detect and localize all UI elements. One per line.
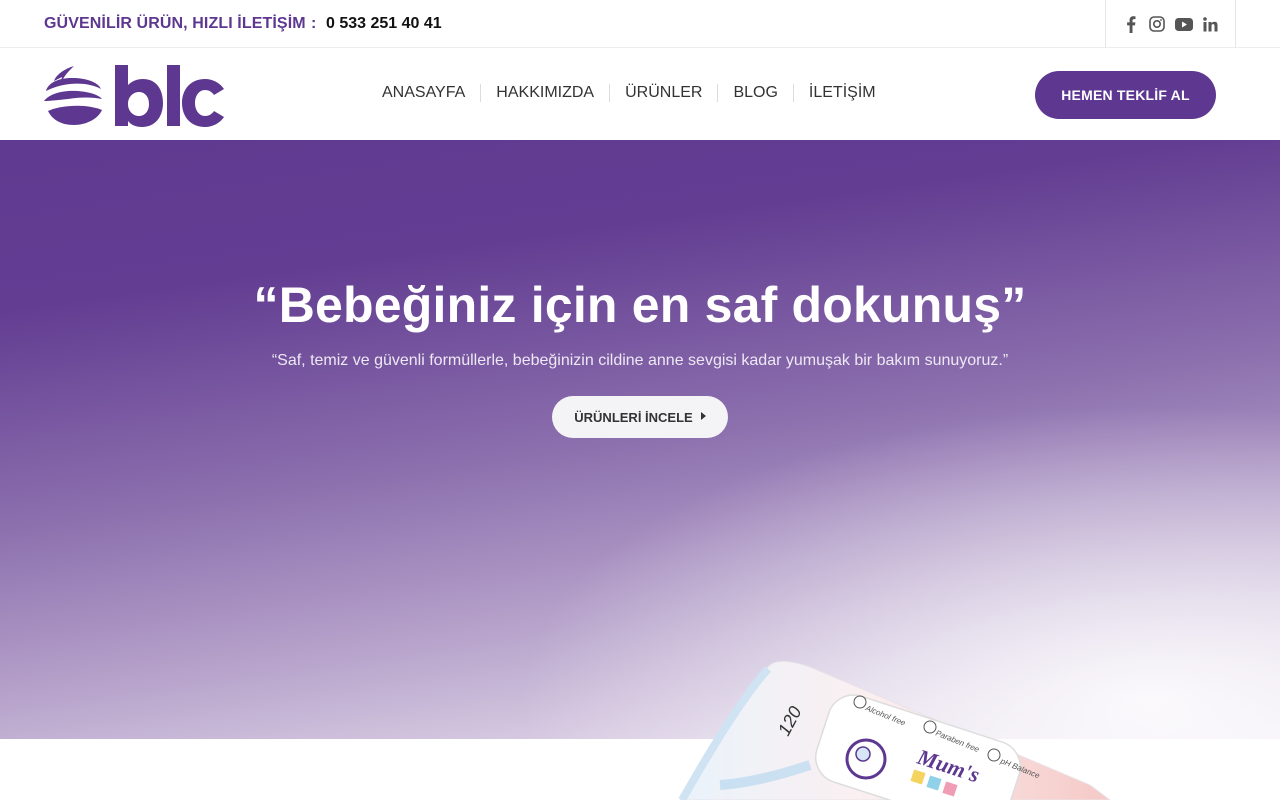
social-links [1105, 0, 1236, 48]
top-bar-separator: : [311, 15, 317, 32]
youtube-icon[interactable] [1174, 14, 1194, 34]
hero-subtitle: “Saf, temiz ve güvenli formüllerle, bebe… [271, 352, 1009, 369]
nav-item-blog[interactable]: BLOG [718, 82, 792, 104]
top-bar-tagline: GÜVENİLİR ÜRÜN, HIZLI İLETİŞİM [44, 15, 306, 32]
phone-number[interactable]: 0 533 251 40 41 [326, 15, 442, 33]
linkedin-icon[interactable] [1200, 14, 1220, 34]
view-products-button[interactable]: ÜRÜNLERİ İNCELE [552, 396, 728, 438]
nav-item-anasayfa[interactable]: ANASAYFA [367, 82, 480, 104]
get-quote-button[interactable]: HEMEN TEKLİF AL [1035, 71, 1216, 119]
instagram-icon[interactable] [1147, 14, 1167, 34]
nav-item-iletisim[interactable]: İLETİŞİM [794, 82, 891, 104]
nav-item-hakkimizda[interactable]: HAKKIMIZDA [481, 82, 609, 104]
brand-logo[interactable] [44, 63, 226, 129]
hero-section: “Bebeğiniz için en saf dokunuş” “Saf, te… [0, 140, 1280, 739]
product-image-wet-wipes: Mum's 120 Alcohol free Paraben free pH B… [660, 655, 1120, 800]
view-products-label: ÜRÜNLERİ İNCELE [574, 409, 693, 425]
main-header: ANASAYFA HAKKIMIZDA ÜRÜNLER BLOG İLETİŞİ… [0, 49, 1280, 140]
top-bar: GÜVENİLİR ÜRÜN, HIZLI İLETİŞİM : 0 533 2… [0, 0, 1280, 48]
facebook-icon[interactable] [1121, 14, 1141, 34]
hero-title: “Bebeğiniz için en saf dokunuş” [253, 277, 1027, 333]
main-nav: ANASAYFA HAKKIMIZDA ÜRÜNLER BLOG İLETİŞİ… [367, 82, 891, 104]
nav-item-urunler[interactable]: ÜRÜNLER [610, 82, 717, 104]
caret-right-icon [700, 412, 706, 420]
